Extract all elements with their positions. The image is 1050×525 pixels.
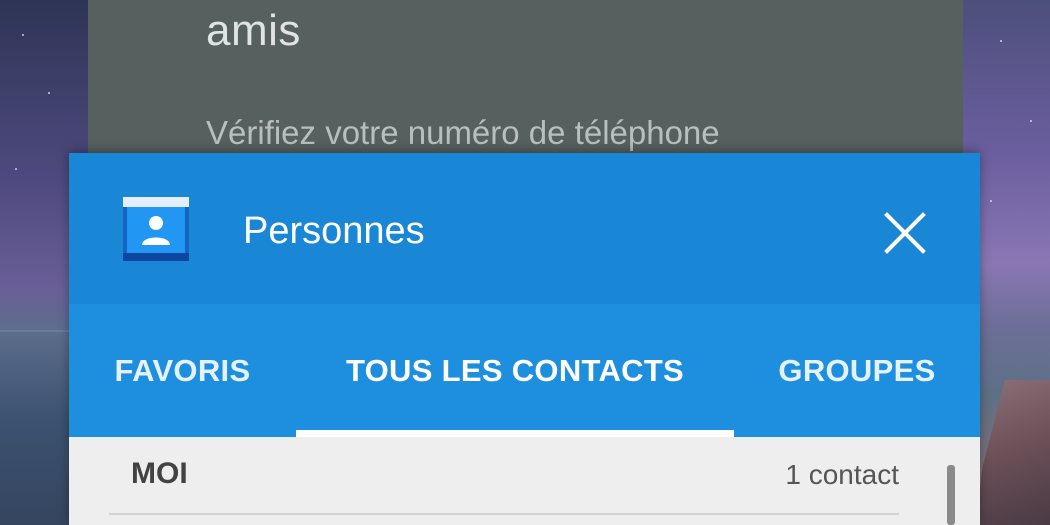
section-header-moi: MOI bbox=[131, 457, 188, 490]
star bbox=[1030, 120, 1032, 122]
scrollbar[interactable] bbox=[947, 465, 955, 525]
close-button[interactable] bbox=[877, 205, 933, 261]
star bbox=[48, 92, 50, 94]
star bbox=[990, 200, 992, 202]
tab-favoris[interactable]: FAVORIS bbox=[69, 304, 296, 437]
tab-tous-les-contacts[interactable]: TOUS LES CONTACTS bbox=[296, 304, 734, 437]
app-title: Personnes bbox=[243, 210, 425, 252]
contacts-app-card[interactable]: Personnes FAVORIS TOUS LES CONTACTS GROU… bbox=[69, 153, 980, 525]
star bbox=[15, 168, 17, 170]
close-icon bbox=[884, 212, 926, 254]
contacts-app-icon bbox=[121, 193, 191, 265]
tab-bar: FAVORIS TOUS LES CONTACTS GROUPES bbox=[69, 304, 980, 437]
star bbox=[22, 34, 24, 36]
star bbox=[1000, 40, 1002, 42]
divider bbox=[109, 513, 899, 515]
background-card-subtitle: Vérifiez votre numéro de téléphone bbox=[206, 114, 720, 151]
app-header: Personnes bbox=[69, 153, 980, 304]
background-app-card[interactable]: amis Vérifiez votre numéro de téléphone bbox=[88, 0, 963, 170]
section-contact-count: 1 contact bbox=[785, 459, 899, 490]
tab-groupes[interactable]: GROUPES bbox=[734, 304, 980, 437]
selected-tab-indicator bbox=[296, 430, 734, 437]
contacts-list[interactable]: MOI 1 contact bbox=[69, 437, 980, 525]
background-card-title: amis bbox=[206, 6, 301, 55]
